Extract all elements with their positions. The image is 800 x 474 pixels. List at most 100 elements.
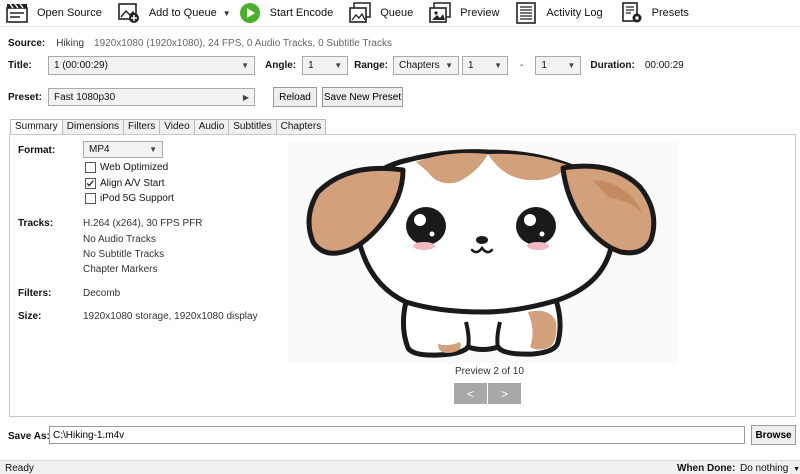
source-details: 1920x1080 (1920x1080), 24 FPS, 0 Audio T…	[94, 38, 392, 49]
web-optimized-checkbox[interactable]: Web Optimized	[85, 162, 168, 173]
format-label: Format:	[18, 145, 56, 156]
duration-label: Duration:	[590, 60, 635, 71]
open-source-button[interactable]: Open Source	[2, 0, 106, 27]
activity-log-icon	[516, 2, 537, 24]
tab-audio[interactable]: Audio	[193, 119, 230, 134]
tab-filters[interactable]: Filters	[123, 119, 161, 134]
save-as-field[interactable]	[49, 426, 745, 444]
chevron-down-icon: ▼	[494, 61, 503, 70]
activity-log-label: Activity Log	[546, 7, 603, 19]
tracks-label: Tracks:	[18, 218, 54, 229]
range-type-dropdown[interactable]: Chapters ▼	[393, 56, 460, 75]
range-separator: -	[520, 60, 524, 71]
clapperboard-icon	[6, 3, 28, 23]
preset-selector[interactable]: Fast 1080p30 ▶	[48, 88, 255, 106]
start-encode-label: Start Encode	[269, 7, 334, 19]
track-item: No Subtitle Tracks	[83, 249, 165, 260]
tab-summary[interactable]: Summary	[10, 119, 63, 135]
activity-log-button[interactable]: Activity Log	[511, 0, 606, 27]
preview-prev-button[interactable]: <	[454, 383, 487, 404]
ipod-support-checkbox[interactable]: iPod 5G Support	[85, 193, 174, 204]
when-done-value: Do nothing	[740, 463, 789, 474]
when-done-dropdown[interactable]: Do nothing ▼	[740, 463, 800, 474]
chevron-down-icon: ▼	[334, 61, 343, 70]
angle-value: 1	[308, 60, 314, 71]
browse-button[interactable]: Browse	[751, 425, 796, 445]
chevron-down-icon: ▼	[241, 61, 249, 70]
add-to-queue-button[interactable]: Add to Queue ▼	[114, 0, 235, 27]
chevron-right-icon: ▶	[242, 92, 249, 102]
tab-dimensions[interactable]: Dimensions	[61, 119, 125, 134]
checkbox-box-checked[interactable]	[85, 178, 96, 189]
save-new-preset-button[interactable]: Save New Preset	[322, 87, 403, 107]
checkmark-icon	[86, 180, 94, 187]
track-item: No Audio Tracks	[83, 234, 156, 245]
settings-tabs: Summary Dimensions Filters Video Audio S…	[10, 119, 327, 135]
source-name: Hiking	[56, 38, 85, 49]
format-dropdown[interactable]: MP4 ▼	[83, 141, 163, 158]
when-done-label: When Done:	[677, 463, 736, 474]
preview-next-button[interactable]: >	[488, 383, 521, 404]
chevron-down-icon: ▼	[567, 61, 576, 70]
preview-image	[288, 142, 678, 364]
size-label: Size:	[18, 311, 42, 322]
range-end-value: 1	[541, 60, 547, 71]
play-icon	[239, 3, 260, 23]
title-dropdown[interactable]: 1 (00:00:29) ▼	[48, 56, 255, 75]
reload-button[interactable]: Reload	[273, 87, 317, 107]
preset-value: Fast 1080p30	[54, 91, 116, 103]
chevron-down-icon: ▼	[445, 61, 454, 70]
preview-icon	[429, 2, 452, 23]
chevron-down-icon[interactable]: ▼	[223, 9, 231, 18]
format-value: MP4	[89, 144, 110, 155]
track-item: H.264 (x264), 30 FPS PFR	[83, 218, 203, 229]
range-type-value: Chapters	[399, 60, 440, 71]
status-text: Ready	[5, 463, 34, 474]
source-row: Source: Hiking 1920x1080 (1920x1080), 24…	[8, 38, 392, 49]
align-av-checkbox[interactable]: Align A/V Start	[85, 178, 164, 189]
add-to-queue-label: Add to Queue	[148, 7, 217, 19]
preview-caption: Preview 2 of 10	[455, 366, 524, 377]
size-value: 1920x1080 storage, 1920x1080 display	[83, 311, 258, 322]
ipod-support-label: iPod 5G Support	[100, 193, 174, 204]
duration-value: 00:00:29	[644, 60, 684, 71]
main-toolbar: Open Source Add to Queue ▼ Start Encode …	[0, 0, 800, 27]
queue-icon	[349, 2, 371, 23]
track-item: Chapter Markers	[83, 264, 158, 275]
checkbox-box[interactable]	[85, 193, 96, 204]
queue-label: Queue	[380, 7, 414, 19]
presets-label: Presets	[651, 7, 689, 19]
start-encode-button[interactable]: Start Encode	[235, 0, 338, 27]
preset-label: Preset:	[8, 91, 42, 103]
save-as-label: Save As:	[8, 431, 50, 442]
presets-button[interactable]: Presets	[617, 0, 693, 27]
open-source-label: Open Source	[37, 7, 102, 19]
title-value: 1 (00:00:29)	[54, 60, 108, 71]
tab-subtitles[interactable]: Subtitles	[228, 119, 277, 134]
angle-label: Angle:	[265, 60, 297, 71]
preset-row: Preset: Fast 1080p30 ▶ Reload Save New P…	[8, 87, 403, 107]
range-label: Range:	[354, 60, 389, 71]
presets-gear-icon	[621, 2, 642, 23]
angle-dropdown[interactable]: 1 ▼	[302, 56, 349, 75]
queue-button[interactable]: Queue	[345, 0, 417, 27]
web-optimized-label: Web Optimized	[100, 162, 169, 173]
checkbox-box[interactable]	[85, 162, 96, 173]
range-start-value: 1	[468, 60, 474, 71]
puppy-illustration	[306, 149, 657, 358]
preview-button[interactable]: Preview	[425, 0, 503, 27]
range-end-dropdown[interactable]: 1 ▼	[535, 56, 582, 75]
tab-video[interactable]: Video	[159, 119, 195, 134]
title-label: Title:	[8, 60, 32, 71]
source-label: Source:	[8, 38, 46, 49]
chevron-down-icon: ▼	[149, 145, 157, 154]
add-image-icon	[118, 3, 139, 23]
title-row: Title: 1 (00:00:29) ▼ Angle: 1 ▼ Range: …	[8, 56, 684, 75]
tab-chapters[interactable]: Chapters	[275, 119, 327, 134]
status-bar: Ready When Done: Do nothing ▼	[0, 460, 800, 474]
align-av-label: Align A/V Start	[100, 178, 165, 189]
preview-label: Preview	[460, 7, 500, 19]
filters-value: Decomb	[83, 288, 121, 299]
range-start-dropdown[interactable]: 1 ▼	[462, 56, 509, 75]
filters-label: Filters:	[18, 288, 52, 299]
